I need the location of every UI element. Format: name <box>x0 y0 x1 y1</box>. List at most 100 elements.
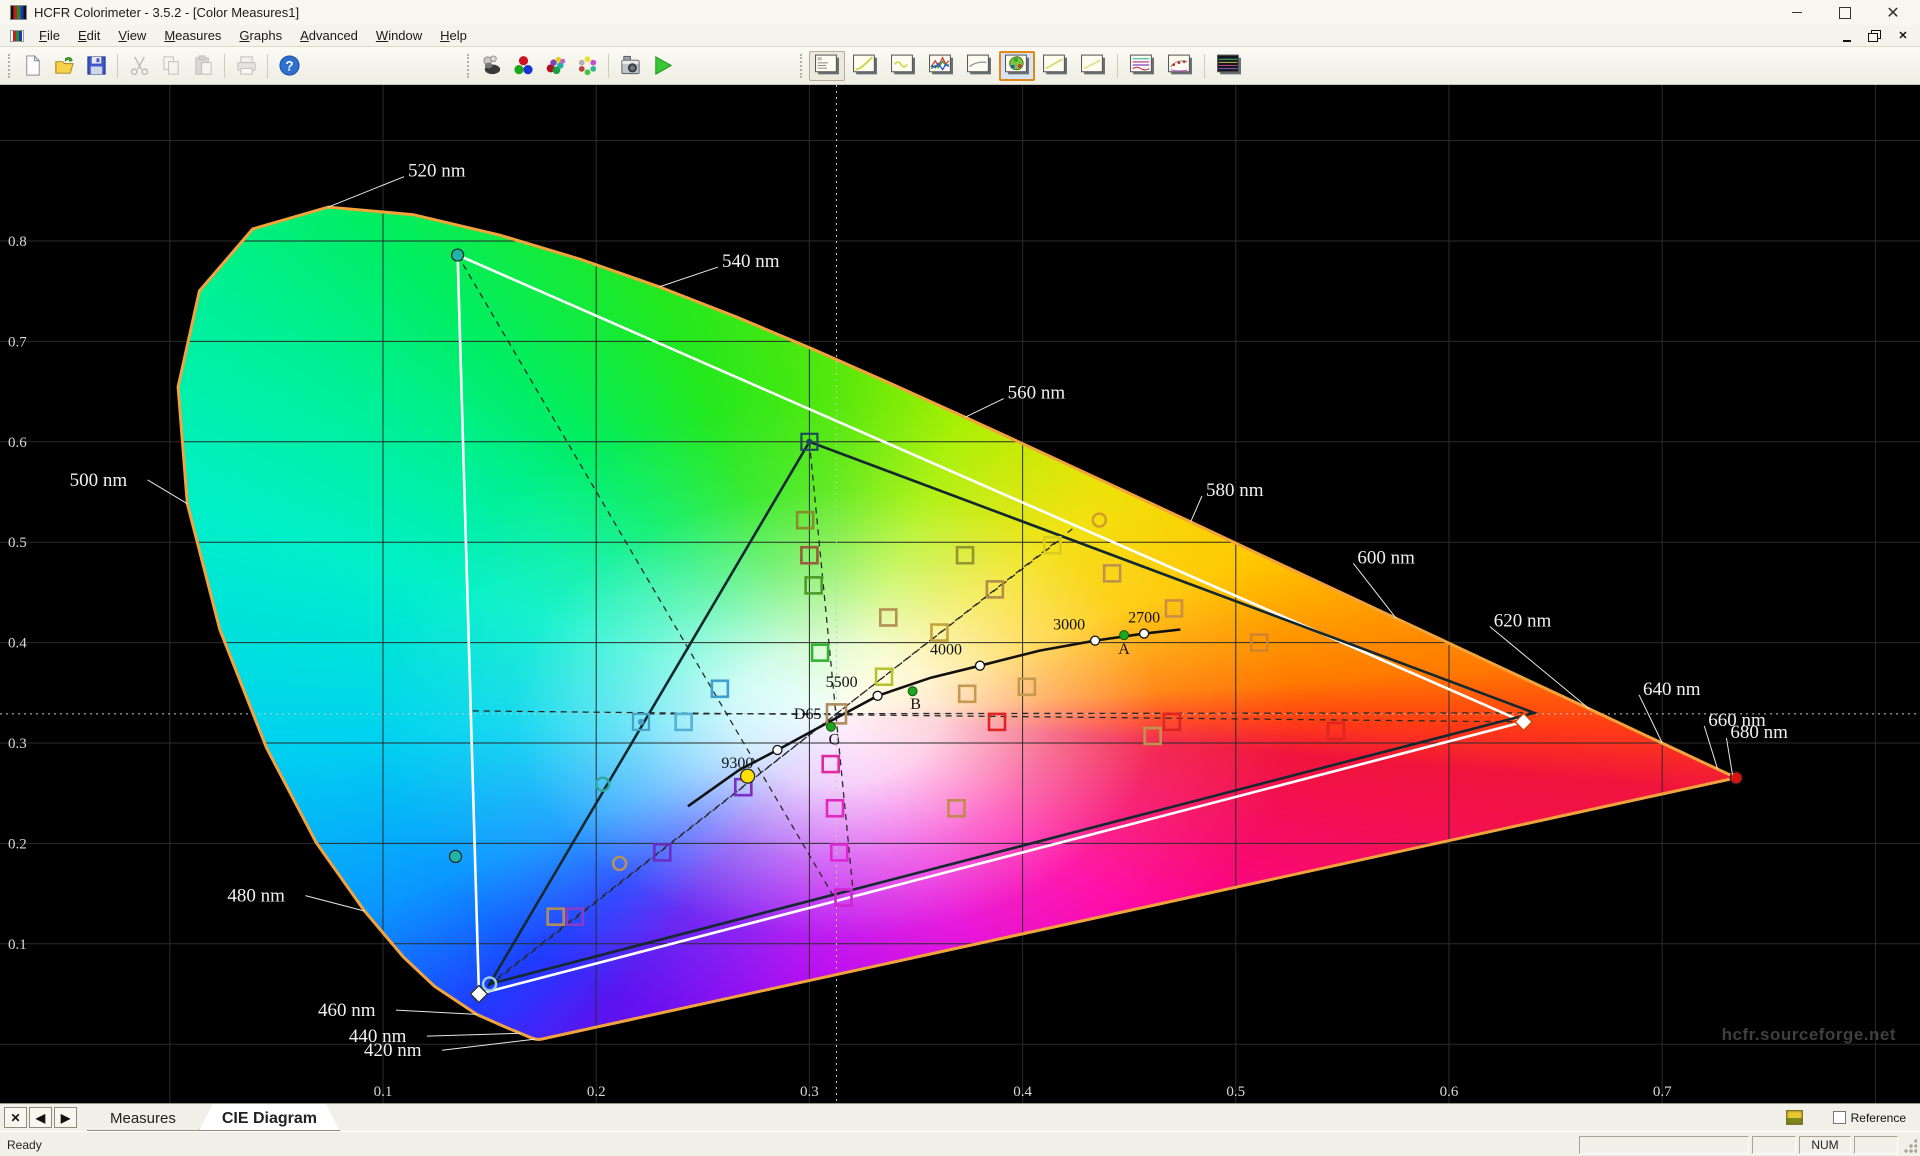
measure-marker <box>1091 512 1108 528</box>
cct-point <box>974 660 986 671</box>
mdi-minimize-button[interactable] <box>1840 30 1854 42</box>
line2-view-button[interactable] <box>1075 51 1111 81</box>
measure-marker[interactable] <box>825 798 845 818</box>
print-button[interactable] <box>231 52 261 80</box>
measure-marker <box>451 248 465 262</box>
luminance-view-button[interactable] <box>885 51 921 81</box>
measure-marker[interactable] <box>652 843 672 862</box>
toolbar-grip <box>467 53 471 78</box>
save-button[interactable] <box>81 52 111 80</box>
watermark: hcfr.sourceforge.net <box>1721 1025 1896 1044</box>
y-tick-label: 0.6 <box>8 435 27 451</box>
copy-button[interactable] <box>156 52 186 80</box>
cie-chart-svg[interactable]: 9300550040003000 2700ABCD65520 nm540 nm56… <box>0 85 1920 1103</box>
rgb-measure-button[interactable] <box>508 52 538 80</box>
measure-marker[interactable] <box>804 576 823 595</box>
x-tick-label: 0.5 <box>1226 1084 1245 1100</box>
measure-marker[interactable] <box>1326 721 1346 741</box>
file-group: ? <box>6 47 305 84</box>
dots-view-button[interactable] <box>1162 51 1198 81</box>
measure-marker[interactable] <box>1102 564 1122 583</box>
measure-marker[interactable] <box>1143 726 1162 746</box>
menu-advanced[interactable]: Advanced <box>291 26 367 45</box>
measure-marker[interactable] <box>955 545 975 565</box>
toolbar-separator <box>1117 53 1118 78</box>
reference-palette-icon[interactable] <box>1785 1110 1803 1125</box>
measure-marker[interactable] <box>810 643 830 662</box>
cie-diagram-view-button[interactable] <box>999 50 1035 81</box>
run-measure-button[interactable] <box>647 52 677 80</box>
help-button[interactable]: ? <box>274 52 304 80</box>
cct-label: 3000 <box>1053 617 1085 634</box>
measure-marker[interactable] <box>1017 677 1037 697</box>
resize-grip[interactable] <box>1903 1135 1917 1154</box>
wavelength-leader <box>426 1032 521 1037</box>
wavelength-label: 620 nm <box>1494 611 1552 632</box>
color-measure-button[interactable] <box>540 52 570 80</box>
measure-marker[interactable] <box>1164 599 1184 618</box>
measured-gamut <box>456 253 1528 996</box>
wavelength-label: 460 nm <box>318 1000 376 1021</box>
illuminant-point <box>1119 630 1130 641</box>
measure-marker[interactable] <box>829 843 849 862</box>
measure-marker[interactable] <box>674 712 693 732</box>
menu-bar: File Edit View Measures Graphs Advanced Window… <box>0 25 1920 47</box>
sensor-group <box>465 47 678 84</box>
nearblack-view-button[interactable] <box>961 51 997 81</box>
gamma-view-button[interactable] <box>847 51 883 81</box>
wavelength-leader <box>965 398 1004 418</box>
reference-checkbox[interactable] <box>1832 1111 1846 1124</box>
menu-edit[interactable]: Edit <box>69 26 109 45</box>
cct-label: 2700 <box>1128 610 1160 627</box>
close-button[interactable]: ✕ <box>1884 4 1902 22</box>
menu-graphs[interactable]: Graphs <box>230 26 291 45</box>
maximize-button[interactable] <box>1836 4 1854 22</box>
title-bar: HCFR Colorimeter - 3.5.2 - [Color Measur… <box>0 0 1920 25</box>
toolbar-separator <box>608 53 609 78</box>
open-button[interactable] <box>49 52 79 80</box>
svg-text:?: ? <box>285 58 293 73</box>
menu-measures[interactable]: Measures <box>155 26 230 45</box>
mdi-restore-button[interactable] <box>1868 29 1882 42</box>
menu-file[interactable]: File <box>30 26 69 45</box>
next-tab-button[interactable]: ▶ <box>54 1107 77 1128</box>
measures-view-button[interactable] <box>809 50 845 81</box>
dark-view-button[interactable] <box>1211 51 1247 81</box>
measure-marker[interactable] <box>546 907 565 926</box>
prev-tab-button[interactable]: ◀ <box>29 1107 52 1128</box>
menu-window[interactable]: Window <box>367 26 431 45</box>
rgb-levels-view-button[interactable] <box>923 51 959 81</box>
cie-diagram-view: 9300 5500 4000 3000 2700 A B C D65 520 nm 540 nm 56… <box>0 85 1920 1103</box>
measure-marker[interactable] <box>710 679 730 699</box>
menu-help[interactable]: Help <box>431 26 476 45</box>
y-tick-label: 0.4 <box>8 636 27 652</box>
tab-measures[interactable]: Measures <box>87 1104 199 1131</box>
cut-button[interactable] <box>124 52 154 80</box>
measure-marker[interactable] <box>1162 712 1182 732</box>
toolbar-grip <box>800 53 804 78</box>
y-tick-label: 0.5 <box>8 535 27 551</box>
measure-marker[interactable] <box>985 580 1005 599</box>
paste-button[interactable] <box>188 52 218 80</box>
capture-button[interactable] <box>615 52 645 80</box>
app-icon <box>10 5 27 20</box>
sensor-config-button[interactable] <box>476 52 506 80</box>
x-tick-label: 0.6 <box>1440 1084 1459 1100</box>
new-button[interactable] <box>17 52 47 80</box>
measure-marker-dot <box>806 438 813 445</box>
illuminant-label: C <box>829 732 840 749</box>
view-tabs: Measures CIE Diagram <box>87 1104 340 1131</box>
measure-marker[interactable] <box>957 684 977 704</box>
toolbar-grip <box>8 53 12 78</box>
measure-marker[interactable] <box>878 608 898 627</box>
close-tab-button[interactable]: ✕ <box>4 1107 27 1128</box>
tab-cie-diagram[interactable]: CIE Diagram <box>199 1104 340 1131</box>
mdi-close-button[interactable]: ✕ <box>1896 30 1910 42</box>
measure-marker[interactable] <box>795 510 815 530</box>
minimize-button[interactable] <box>1788 4 1806 22</box>
multiline-view-button[interactable] <box>1124 51 1160 81</box>
line-view-button[interactable] <box>1037 51 1073 81</box>
saturation-measure-button[interactable] <box>572 52 602 80</box>
measure-marker[interactable] <box>947 798 966 818</box>
menu-view[interactable]: View <box>109 26 155 45</box>
